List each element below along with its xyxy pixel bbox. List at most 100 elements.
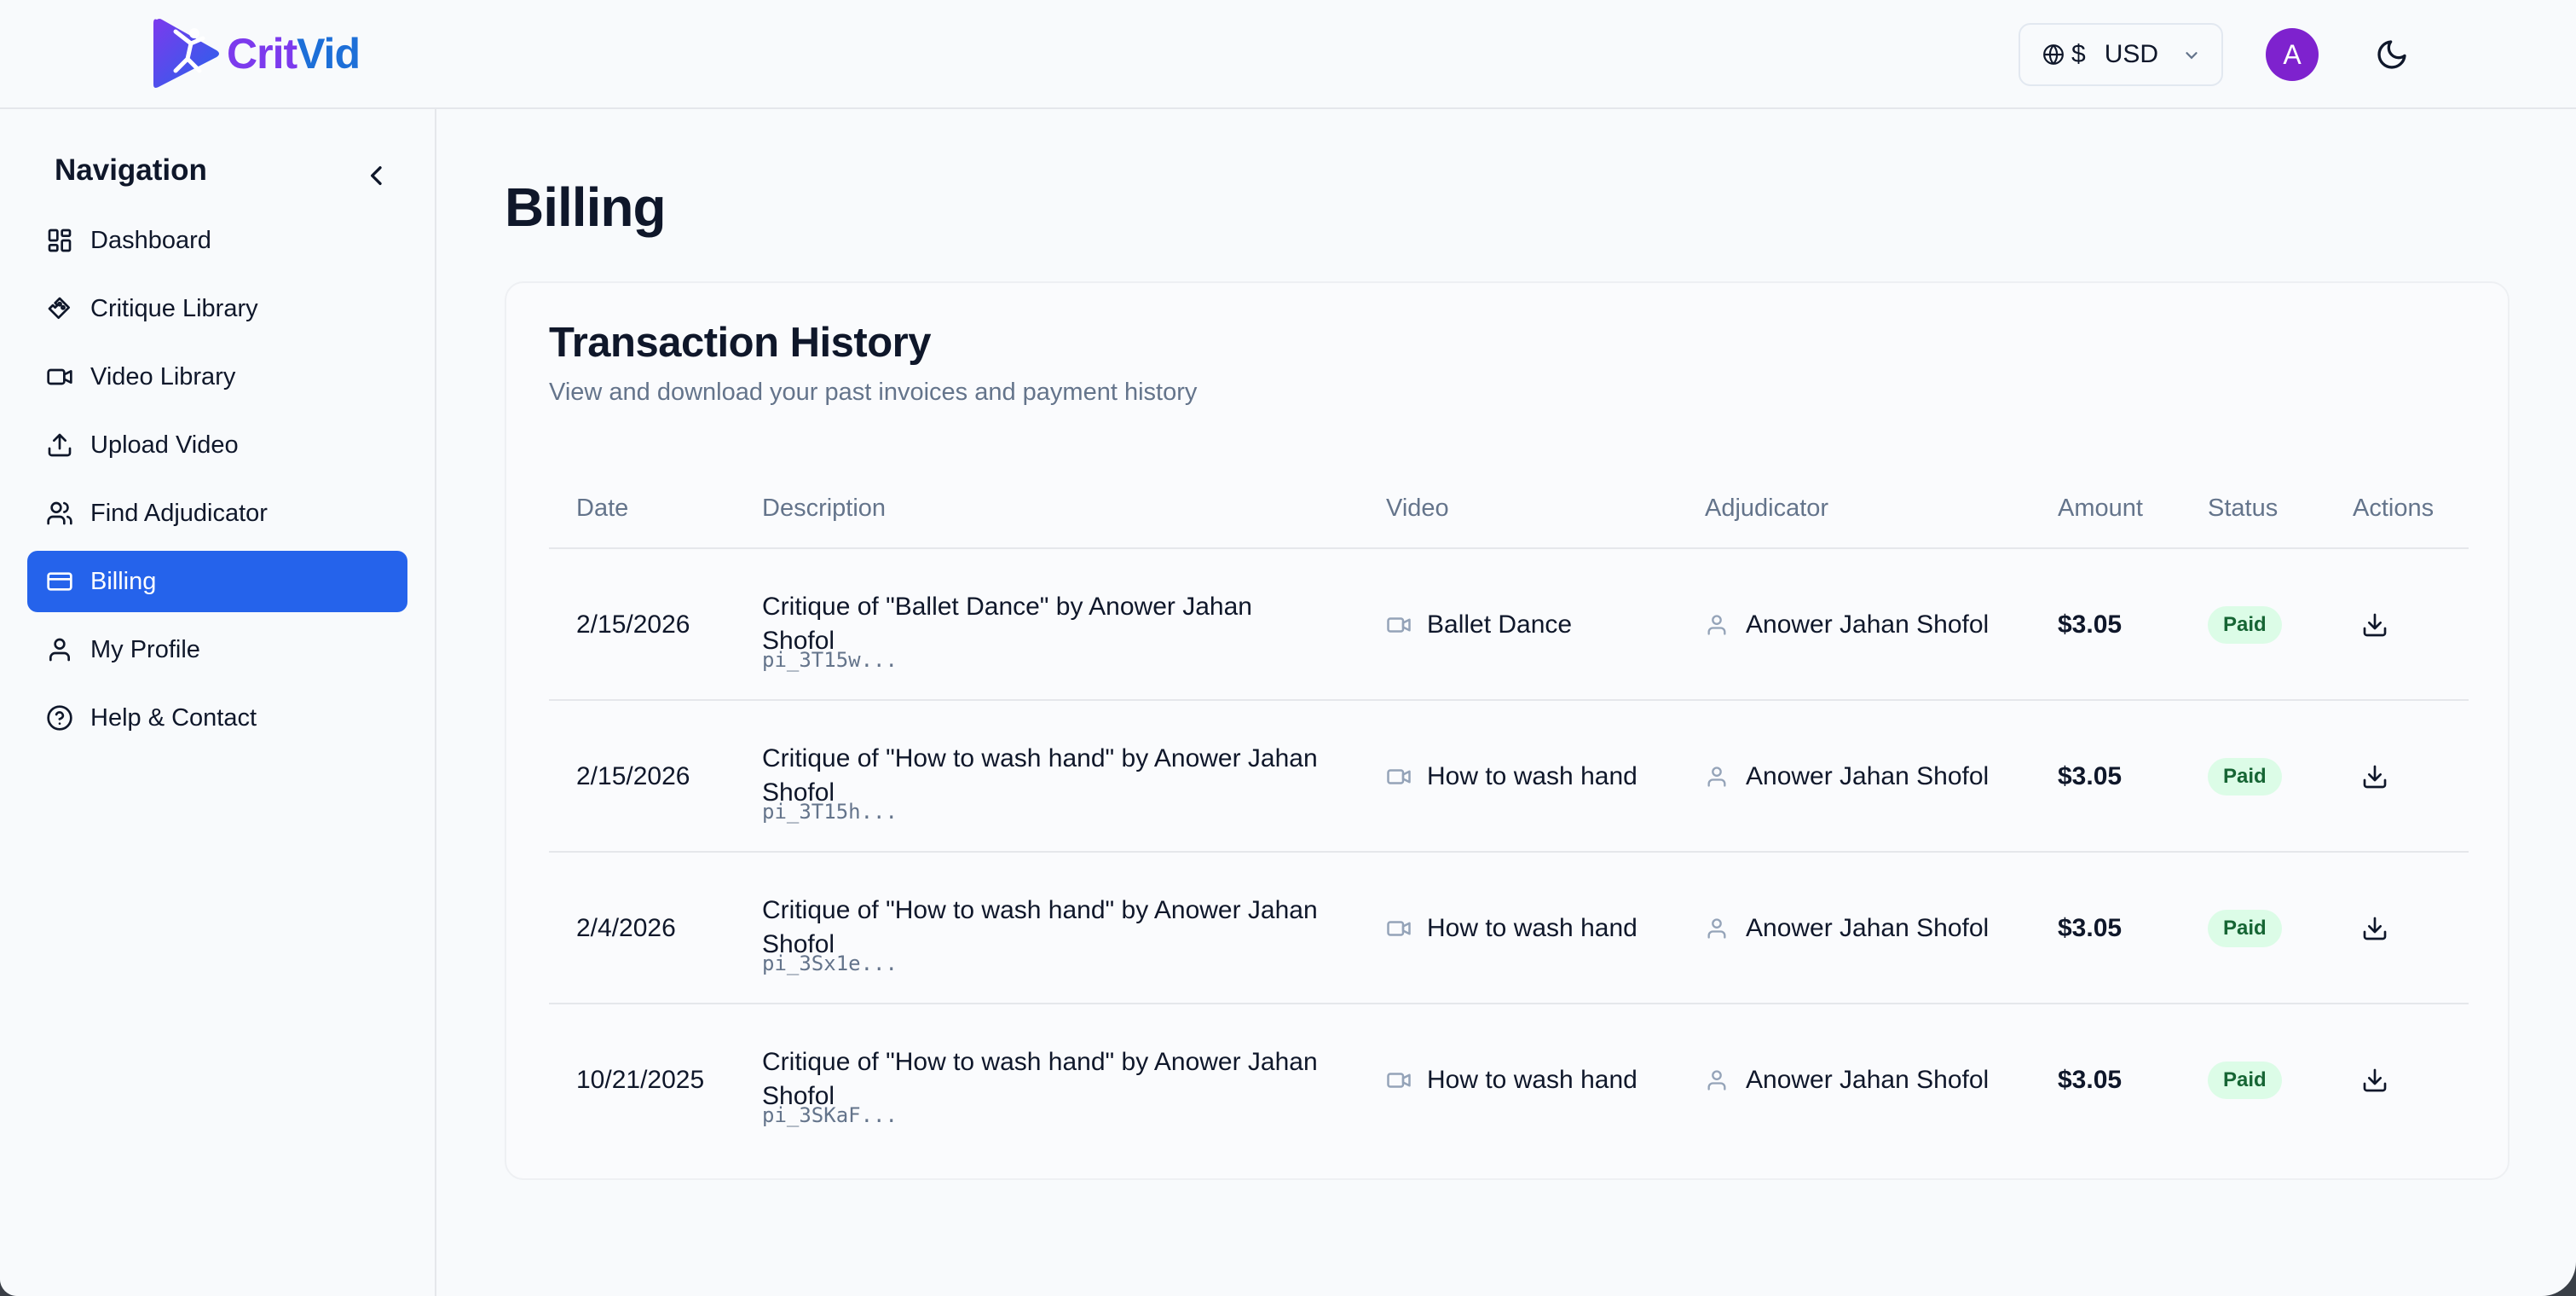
upload-icon <box>48 433 72 457</box>
transaction-history-card: Transaction History View and download yo… <box>505 281 2510 1180</box>
moon-icon[interactable] <box>2375 38 2409 72</box>
status-badge: Paid <box>2208 910 2282 947</box>
credit-card-icon <box>47 572 72 591</box>
video-icon <box>47 368 72 385</box>
row-video[interactable]: How to wash hand <box>1386 701 1637 853</box>
row-video-title: Ballet Dance <box>1427 610 1573 639</box>
video-icon <box>1387 617 1411 633</box>
row-payment-id: pi_3Sx1e... <box>762 952 898 975</box>
column-header-video: Video <box>1386 495 1449 522</box>
sidebar-item-label: Help & Contact <box>90 703 257 732</box>
user-icon <box>1707 615 1726 635</box>
row-adjudicator: Anower Jahan Shofol <box>1705 1004 1989 1156</box>
video-icon <box>1387 1073 1411 1088</box>
currency-selector[interactable]: $ USD <box>2019 23 2223 86</box>
chevron-down-icon <box>2186 52 2198 60</box>
sidebar-item-upload-video[interactable]: Upload Video <box>27 414 407 476</box>
row-adjudicator: Anower Jahan Shofol <box>1705 549 1989 701</box>
row-video-title: How to wash hand <box>1427 762 1637 790</box>
help-circle-icon <box>47 705 72 731</box>
download-icon <box>2363 613 2387 637</box>
collapse-sidebar-icon[interactable] <box>363 162 390 189</box>
row-date: 2/15/2026 <box>576 762 690 790</box>
download-icon <box>2363 917 2387 940</box>
logo-icon <box>153 19 219 88</box>
row-video-title: How to wash hand <box>1427 914 1637 942</box>
user-avatar[interactable]: A <box>2266 28 2319 81</box>
dashboard-icon <box>48 229 72 252</box>
row-status: Paid <box>2208 1004 2282 1156</box>
row-video-title: How to wash hand <box>1427 1066 1637 1094</box>
column-header-actions: Actions <box>2353 495 2434 522</box>
globe-icon <box>2043 44 2064 65</box>
sidebar-item-video-library[interactable]: Video Library <box>27 346 407 408</box>
row-amount: $3.05 <box>2058 914 2123 942</box>
users-icon <box>47 501 72 525</box>
sidebar-item-help-contact[interactable]: Help & Contact <box>27 687 407 749</box>
brand-logo[interactable]: CritVid <box>150 14 361 94</box>
row-adjudicator-name: Anower Jahan Shofol <box>1746 610 1990 639</box>
table-header: Date Description Video Adjudicator Amoun… <box>549 471 2469 549</box>
card-title: Transaction History <box>549 320 931 366</box>
download-button[interactable] <box>2361 549 2388 701</box>
sidebar-item-find-adjudicator[interactable]: Find Adjudicator <box>27 483 407 544</box>
row-status: Paid <box>2208 701 2282 853</box>
row-video[interactable]: How to wash hand <box>1386 853 1637 1004</box>
row-date: 2/15/2026 <box>576 610 690 639</box>
sidebar-item-my-profile[interactable]: My Profile <box>27 619 407 680</box>
column-header-date: Date <box>576 495 629 522</box>
top-header: CritVid $ USD A <box>0 0 2576 109</box>
download-button[interactable] <box>2361 1004 2388 1156</box>
download-button[interactable] <box>2361 853 2388 1004</box>
row-video[interactable]: Ballet Dance <box>1386 549 1572 701</box>
card-subtitle: View and download your past invoices and… <box>549 379 1198 406</box>
row-adjudicator: Anower Jahan Shofol <box>1705 853 1989 1004</box>
nav-title: Navigation <box>55 153 207 187</box>
sidebar-item-critique-library[interactable]: Critique Library <box>27 278 407 339</box>
table-row: 2/4/2026 Critique of "How to wash hand" … <box>549 853 2469 1004</box>
row-amount: $3.05 <box>2058 762 2123 790</box>
user-icon <box>49 638 70 662</box>
sidebar-item-label: Video Library <box>90 362 236 391</box>
user-icon <box>1707 767 1726 787</box>
video-icon <box>1387 769 1411 784</box>
row-adjudicator-name: Anower Jahan Shofol <box>1746 1066 1990 1094</box>
currency-symbol: $ <box>2071 40 2086 68</box>
table-row: 10/21/2025 Critique of "How to wash hand… <box>549 1004 2469 1156</box>
user-icon <box>1707 918 1726 939</box>
row-video[interactable]: How to wash hand <box>1386 1004 1637 1156</box>
row-adjudicator-name: Anower Jahan Shofol <box>1746 762 1990 790</box>
table-row: 2/15/2026 Critique of "How to wash hand"… <box>549 701 2469 853</box>
currency-code: USD <box>2104 40 2159 68</box>
row-adjudicator-name: Anower Jahan Shofol <box>1746 914 1990 942</box>
nav-list: Dashboard Critique Library Video Library… <box>27 210 407 755</box>
row-payment-id: pi_3T15h... <box>762 800 898 824</box>
status-badge: Paid <box>2208 758 2282 796</box>
brand-name: CritVid <box>227 29 361 78</box>
palette-icon <box>48 297 70 319</box>
row-amount: $3.05 <box>2058 610 2123 639</box>
row-date: 10/21/2025 <box>576 1066 705 1094</box>
download-button[interactable] <box>2361 701 2388 853</box>
sidebar-item-dashboard[interactable]: Dashboard <box>27 210 407 271</box>
sidebar-item-billing[interactable]: Billing <box>27 551 407 612</box>
column-header-amount: Amount <box>2058 495 2143 522</box>
table-row: 2/15/2026 Critique of "Ballet Dance" by … <box>549 549 2469 701</box>
video-icon <box>1387 921 1411 936</box>
column-header-adjudicator: Adjudicator <box>1705 495 1829 522</box>
sidebar-item-label: Critique Library <box>90 294 258 322</box>
row-amount: $3.05 <box>2058 1066 2123 1094</box>
row-status: Paid <box>2208 549 2282 701</box>
row-payment-id: pi_3SKaF... <box>762 1103 898 1127</box>
column-header-description: Description <box>762 495 887 522</box>
brand-name-part1: Crit <box>227 30 297 78</box>
download-icon <box>2363 1068 2387 1092</box>
row-payment-id: pi_3T15w... <box>762 648 898 672</box>
app-window: CritVid $ USD A Navigation Dashboard Cri… <box>0 0 2576 1296</box>
sidebar-item-label: Upload Video <box>90 431 239 459</box>
row-date: 2/4/2026 <box>576 914 676 942</box>
user-icon <box>1707 1070 1726 1091</box>
row-status: Paid <box>2208 853 2282 1004</box>
sidebar: Navigation Dashboard Critique Library Vi… <box>0 109 436 1296</box>
sidebar-item-label: Dashboard <box>90 226 211 254</box>
